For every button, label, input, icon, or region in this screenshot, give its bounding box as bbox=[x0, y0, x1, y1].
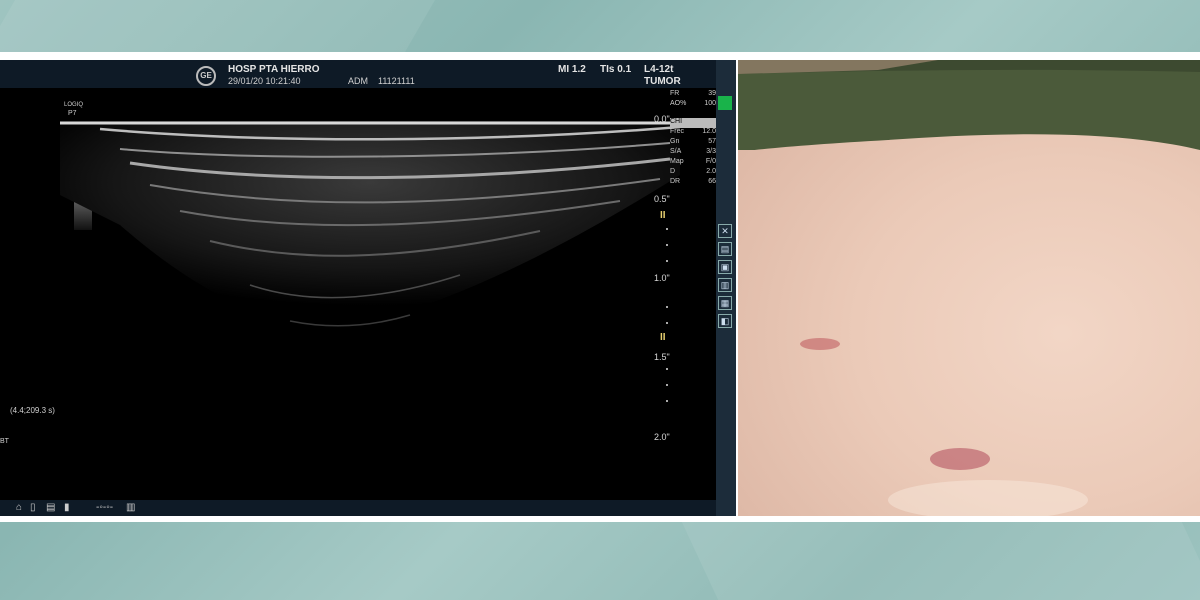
background-facet bbox=[681, 522, 1200, 600]
depth-tick bbox=[666, 244, 668, 246]
params-panel: FR 39 AO% 100 CHI Frec 12.0 Gn 57 S/A 3/3 Map… bbox=[670, 90, 716, 188]
skin-mark bbox=[930, 448, 990, 470]
depth-tick bbox=[666, 400, 668, 402]
param-row-highlight: CHI bbox=[670, 118, 716, 128]
print-icon[interactable]: ▤ bbox=[718, 242, 732, 256]
depth-tick bbox=[666, 384, 668, 386]
ge-logo: GE bbox=[196, 66, 216, 86]
param-row: S/A 3/3 bbox=[670, 148, 716, 155]
ultrasound-image bbox=[60, 121, 680, 327]
probe-icon[interactable]: ▯ bbox=[30, 502, 36, 513]
depth-label-05: 0.5" bbox=[654, 194, 670, 204]
network-icon: -◦-◦- bbox=[96, 502, 114, 513]
print-status-icon[interactable]: ▤ bbox=[46, 502, 55, 513]
param-row: Frec 12.0 bbox=[670, 128, 716, 135]
param-row: AO% 100 bbox=[670, 100, 716, 107]
green-drape bbox=[738, 60, 1200, 150]
depth-label-15: 1.5" bbox=[654, 352, 670, 362]
hospital-name: HOSP PTA HIERRO bbox=[228, 64, 320, 75]
focus-marker-icon: II bbox=[660, 210, 666, 221]
param-row: D 2.0 bbox=[670, 168, 716, 175]
ultrasound-panel: GE HOSP PTA HIERRO 29/01/20 10:21:40 ADM… bbox=[0, 60, 736, 516]
probe-name: L4-12t bbox=[644, 64, 674, 75]
preset-name: TUMOR bbox=[644, 76, 681, 87]
surgical-photo bbox=[738, 60, 1200, 516]
zoom-icon[interactable]: ▣ bbox=[718, 260, 732, 274]
focus-marker-icon: II bbox=[660, 332, 666, 343]
depth-tick bbox=[666, 228, 668, 230]
battery-icon: ▮ bbox=[64, 502, 70, 513]
trash-icon[interactable]: ▥ bbox=[126, 502, 135, 513]
skin-mark bbox=[800, 338, 840, 350]
body-marker: BT bbox=[0, 438, 9, 445]
depth-label-top: 0.0" bbox=[654, 114, 670, 124]
skin-highlight bbox=[888, 480, 1088, 516]
param-row: Map F/0 bbox=[670, 158, 716, 165]
depth-label-20: 2.0" bbox=[654, 432, 670, 442]
depth-label-10: 1.0" bbox=[654, 273, 670, 283]
param-row: DR 66 bbox=[670, 178, 716, 185]
home-icon[interactable]: ⌂ bbox=[16, 502, 22, 513]
depth-tick bbox=[666, 368, 668, 370]
mechanical-index: MI 1.2 bbox=[558, 64, 586, 75]
operator-label: ADM bbox=[348, 76, 368, 86]
cine-coordinates: (4.4;209.3 s) bbox=[10, 406, 55, 415]
depth-tick bbox=[666, 322, 668, 324]
exam-datetime: 29/01/20 10:21:40 bbox=[228, 76, 301, 86]
save-icon[interactable]: ◧ bbox=[718, 314, 732, 328]
thermal-index: TIs 0.1 bbox=[600, 64, 632, 75]
depth-tick bbox=[666, 306, 668, 308]
param-row: Gn 57 bbox=[670, 138, 716, 145]
depth-tick bbox=[666, 260, 668, 262]
measure-icon[interactable]: ▥ bbox=[718, 278, 732, 292]
patient-id: 11121111 bbox=[378, 76, 415, 86]
param-row: FR 39 bbox=[670, 90, 716, 97]
camera-icon[interactable]: ▦ bbox=[718, 296, 732, 310]
system-label: LOGIQ bbox=[64, 102, 84, 108]
background-facet bbox=[0, 0, 436, 52]
tools-icon[interactable]: ✕ bbox=[718, 224, 732, 238]
status-indicator bbox=[718, 96, 732, 110]
